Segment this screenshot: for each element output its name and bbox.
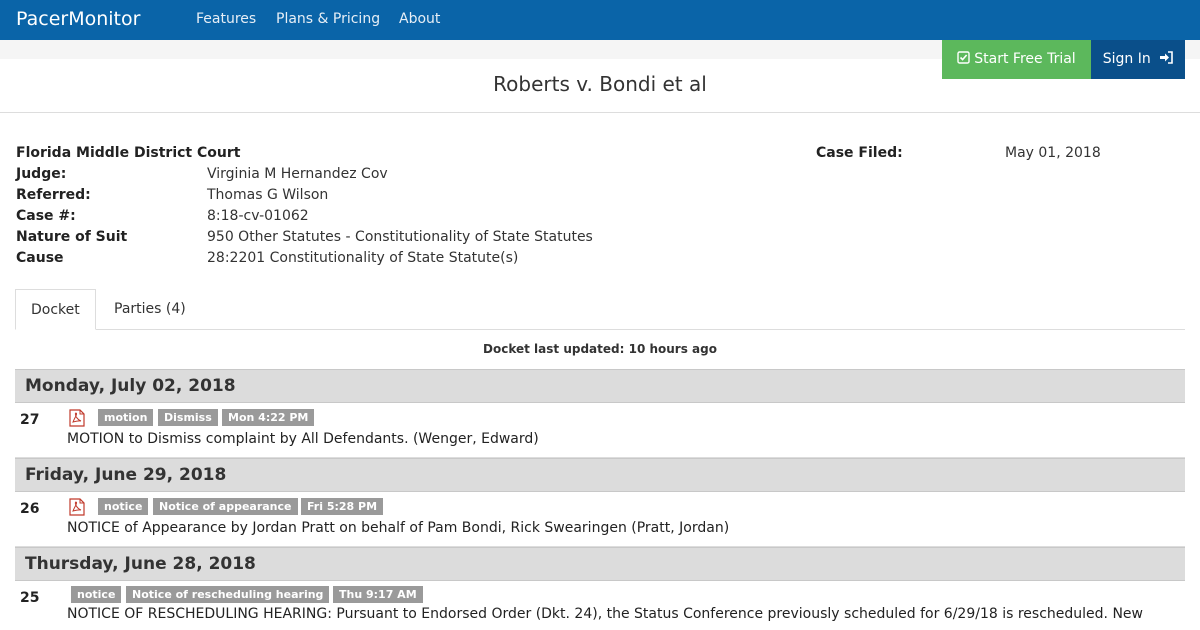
entry-description: NOTICE OF RESCHEDULING HEARING: Pursuant…	[67, 606, 1143, 622]
page-title: Roberts v. Bondi et al	[493, 72, 707, 96]
type-tag: notice	[98, 498, 149, 515]
docket-day-header: Friday, June 29, 2018	[15, 458, 1185, 492]
title-divider	[0, 112, 1200, 113]
pdf-icon[interactable]	[67, 498, 87, 516]
nav-features-link[interactable]: Features	[196, 11, 256, 27]
trial-label: Start Free Trial	[974, 51, 1076, 67]
docket-entry: 25 notice Notice of rescheduling hearing…	[15, 581, 1185, 630]
pdf-icon[interactable]	[67, 409, 87, 427]
entry-number: 27	[20, 412, 40, 428]
case-filed-label: Case Filed:	[816, 145, 903, 161]
time-tag: Thu 9:17 AM	[333, 586, 423, 603]
type-tag: notice	[71, 586, 122, 603]
time-tag: Fri 5:28 PM	[301, 498, 384, 515]
top-navbar: PacerMonitor Features Plans & Pricing Ab…	[0, 0, 1200, 40]
judge-value: Virginia M Hernandez Cov	[207, 166, 388, 182]
tab-parties[interactable]: Parties (4)	[99, 289, 201, 330]
type-tag: motion	[98, 409, 154, 426]
docket-entry: 26 notice Notice of appearance Fri 5:28 …	[15, 492, 1185, 547]
category-tag: Notice of rescheduling hearing	[126, 586, 330, 603]
sign-in-icon	[1160, 51, 1174, 64]
signin-label: Sign In	[1102, 51, 1151, 67]
referred-value: Thomas G Wilson	[207, 187, 329, 203]
docket-day-header: Thursday, June 28, 2018	[15, 547, 1185, 581]
cause-value: 28:2201 Constitutionality of State Statu…	[207, 250, 519, 266]
entry-number: 26	[20, 501, 40, 517]
docket-updated-status: Docket last updated: 10 hours ago	[483, 342, 717, 356]
tab-docket[interactable]: Docket	[15, 289, 96, 330]
checkbox-icon	[957, 51, 970, 64]
case-number-label: Case #:	[16, 208, 76, 224]
docket-entry: 27 motion Dismiss Mon 4:22 PM MOTION to …	[15, 403, 1185, 458]
judge-label: Judge:	[16, 166, 67, 182]
time-tag: Mon 4:22 PM	[222, 409, 315, 426]
entry-description: MOTION to Dismiss complaint by All Defen…	[67, 431, 539, 447]
docket-day-header: Monday, July 02, 2018	[15, 369, 1185, 403]
category-tag: Dismiss	[158, 409, 218, 426]
referred-label: Referred:	[16, 187, 91, 203]
case-filed-value: May 01, 2018	[1005, 145, 1101, 161]
nature-of-suit-value: 950 Other Statutes - Constitutionality o…	[207, 229, 593, 245]
court-name: Florida Middle District Court	[16, 145, 241, 161]
nature-of-suit-label: Nature of Suit	[16, 229, 128, 245]
case-number-value: 8:18-cv-01062	[207, 208, 309, 224]
entry-number: 25	[20, 590, 40, 606]
nav-pricing-link[interactable]: Plans & Pricing	[276, 11, 380, 27]
entry-description: NOTICE of Appearance by Jordan Pratt on …	[67, 520, 730, 536]
category-tag: Notice of appearance	[153, 498, 298, 515]
cause-label: Cause	[16, 250, 64, 266]
nav-about-link[interactable]: About	[399, 11, 440, 27]
brand-logo[interactable]: PacerMonitor	[16, 8, 140, 30]
